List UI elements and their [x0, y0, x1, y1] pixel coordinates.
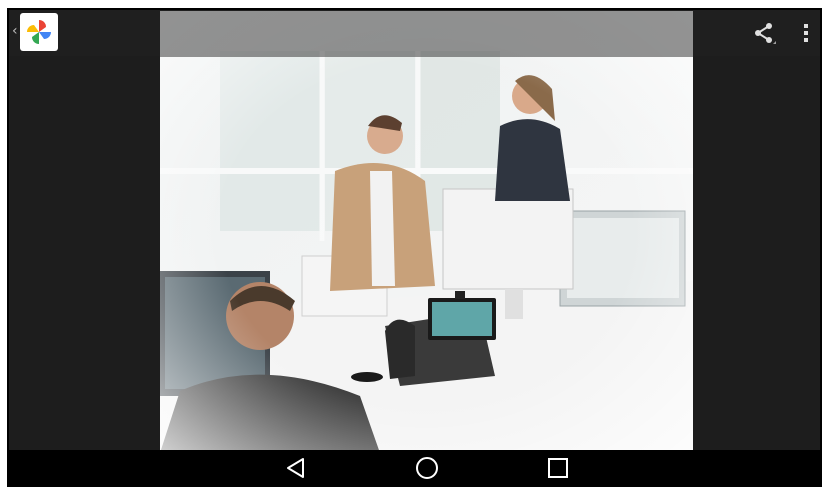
nav-home-icon[interactable] — [415, 456, 439, 480]
pinwheel-icon — [27, 20, 51, 44]
more-vert-icon[interactable] — [796, 20, 816, 46]
photo-viewer-window: ‹ — [7, 8, 822, 487]
photo-image[interactable] — [160, 11, 693, 453]
chevron-left-icon[interactable]: ‹ — [12, 24, 20, 38]
system-navigation-bar — [9, 450, 820, 485]
nav-back-icon[interactable] — [284, 456, 308, 480]
google-photos-app-icon[interactable] — [20, 13, 58, 51]
share-icon[interactable] — [751, 20, 777, 46]
office-meeting-photo — [160, 11, 693, 453]
photo-top-scrim — [160, 11, 693, 57]
nav-recents-icon[interactable] — [546, 456, 570, 480]
